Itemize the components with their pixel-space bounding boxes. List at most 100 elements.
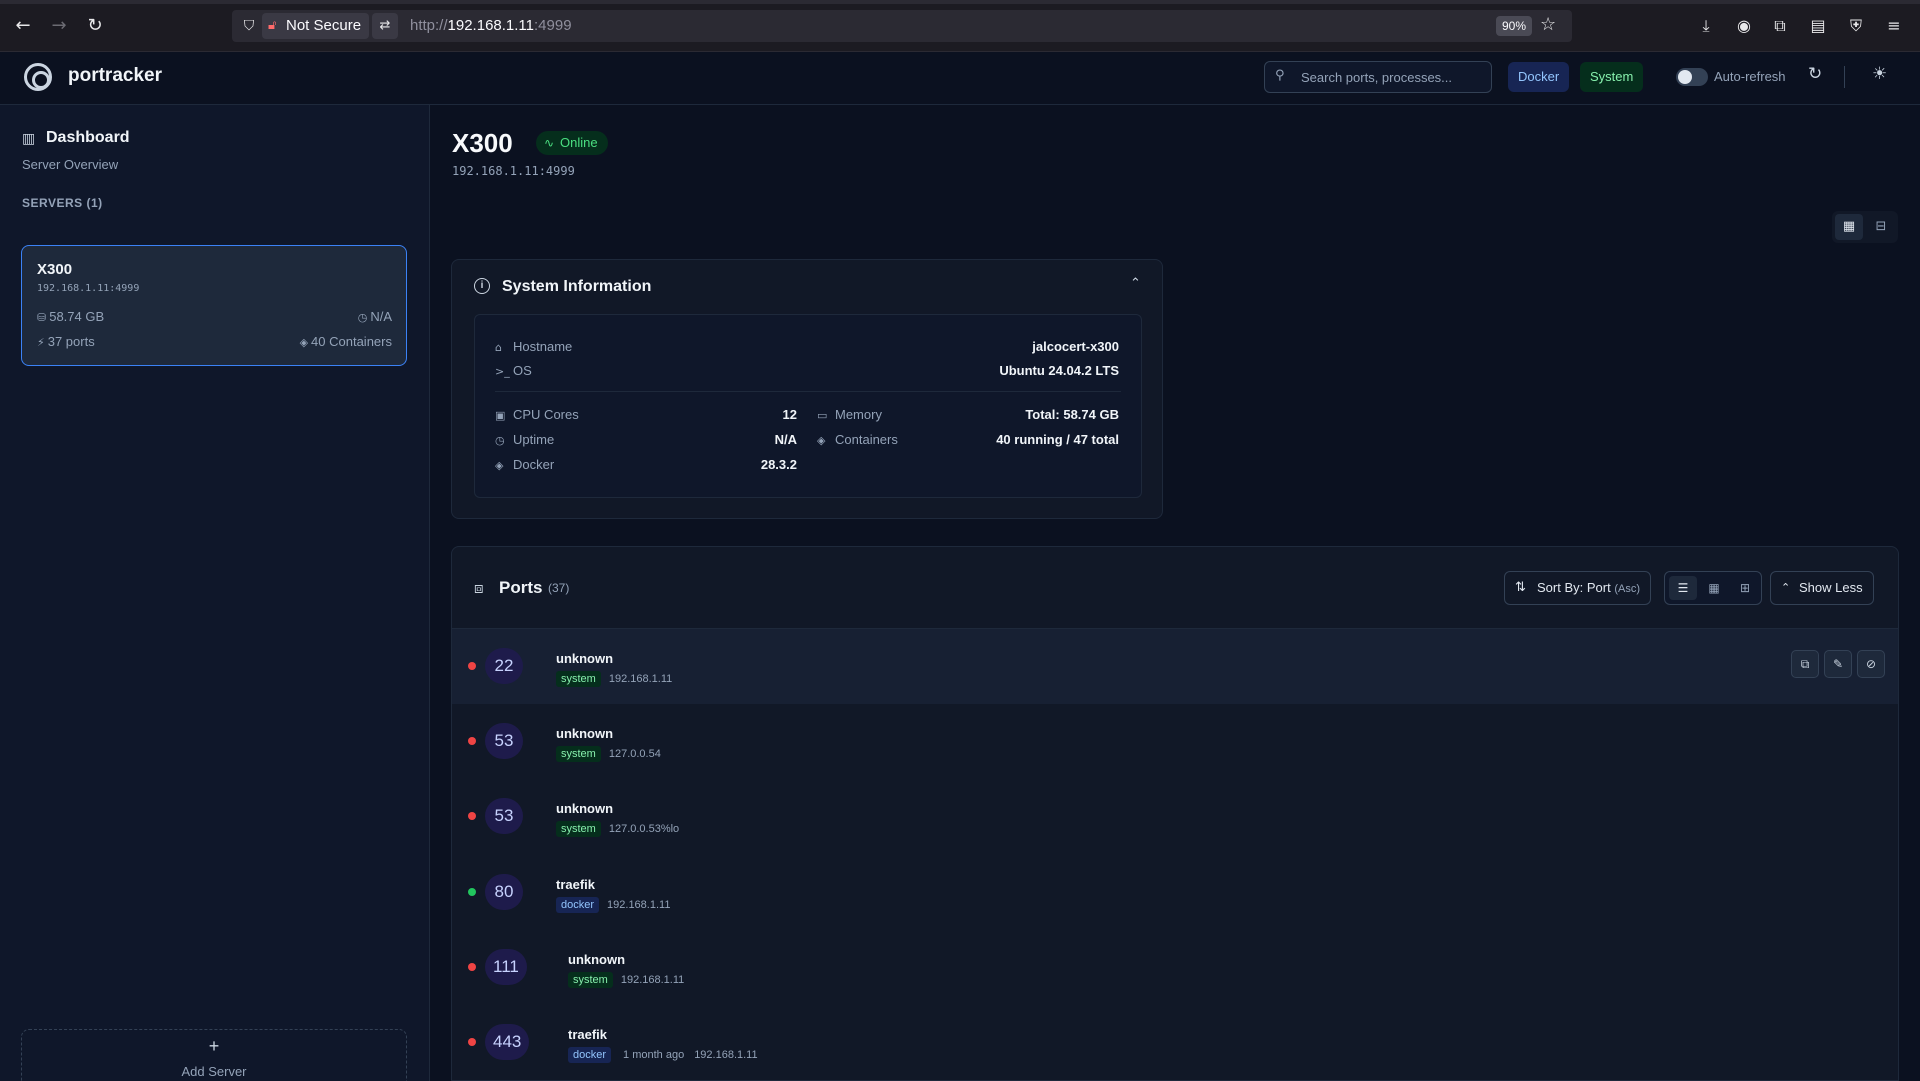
port-number[interactable]: 111 xyxy=(485,948,527,985)
server-ports: ⚡ 37 ports xyxy=(37,334,95,349)
bind-address: 192.168.1.11 xyxy=(608,673,673,685)
grid-view-icon[interactable]: ▦ xyxy=(1835,214,1863,240)
show-less-label: Show Less xyxy=(1799,580,1863,595)
containers-value: 40 running / 47 total xyxy=(996,432,1119,447)
download-icon[interactable]: ⤓ xyxy=(1694,14,1718,38)
process-name: traefik xyxy=(556,876,596,892)
source-tag: system xyxy=(556,821,601,838)
status-text: Online xyxy=(560,135,598,150)
port-row[interactable]: 80 traefik docker 192.168.1.11 xyxy=(452,855,1898,930)
copy-icon[interactable]: ⧉ xyxy=(1791,650,1819,678)
port-meta: system 192.168.1.11 xyxy=(556,671,672,687)
port-number[interactable]: 80 xyxy=(485,873,523,910)
containers-label: ◈ Containers xyxy=(817,432,898,447)
brand-name[interactable]: portracker xyxy=(68,65,162,87)
server-address: 192.168.1.11:4999 xyxy=(37,283,140,294)
page-title: X300 xyxy=(452,128,513,158)
container-icon[interactable]: ▤ xyxy=(1806,14,1830,38)
unlock-icon: 🔓︎ xyxy=(268,18,277,33)
sort-arrows-icon: ⇅ xyxy=(1515,580,1526,595)
port-row[interactable]: 53 unknown system 127.0.0.53%lo xyxy=(452,779,1898,854)
table-view-icon[interactable]: ⊞ xyxy=(1731,576,1759,600)
refresh-icon[interactable]: ↻ xyxy=(1808,64,1822,84)
search-icon: ⚲ xyxy=(1275,68,1285,83)
hostname-value: jalcocert-x300 xyxy=(1032,339,1119,354)
shield-icon[interactable]: ⛉ xyxy=(240,16,258,36)
plus-icon: + xyxy=(208,1036,220,1056)
url-host: 192.168.1.11 xyxy=(447,17,535,34)
hide-icon[interactable]: ⊘ xyxy=(1857,650,1885,678)
add-server-button[interactable]: + Add Server xyxy=(21,1029,407,1081)
bind-address: 127.0.0.53%lo xyxy=(608,823,680,836)
activity-icon: ∿ xyxy=(544,136,555,150)
zoom-level[interactable]: 90% xyxy=(1496,16,1533,36)
extensions-icon[interactable]: ⧉ xyxy=(1768,14,1792,38)
back-icon[interactable]: ← xyxy=(11,14,35,38)
port-row[interactable]: 443 traefik docker 1 month ago 192.168.1.11 xyxy=(452,1005,1898,1080)
clock-icon: ◷ xyxy=(495,434,505,447)
ports-title: Ports xyxy=(499,578,543,597)
bookmark-star-icon[interactable]: ☆ xyxy=(1540,14,1556,35)
divider xyxy=(1844,66,1845,88)
list-view-icon[interactable]: ☰ xyxy=(1669,576,1697,600)
bar-chart-icon: ▥ xyxy=(22,131,36,147)
docker-label: ◈ Docker xyxy=(495,457,554,472)
status-dot xyxy=(468,1038,476,1046)
filter-system-button[interactable]: System xyxy=(1580,62,1644,92)
port-row[interactable]: 111 unknown system 192.168.1.11 xyxy=(452,930,1898,1005)
forward-icon[interactable]: → xyxy=(47,14,71,38)
ports-header: ⧈ Ports (37) ⇅ Sort By: Port (Asc) ☰ ▦ ⊞… xyxy=(452,547,1898,629)
containers-label-text: Containers xyxy=(835,432,898,447)
chevron-up-icon[interactable]: ⌃ xyxy=(1130,276,1141,291)
theme-toggle-sun-icon[interactable]: ☀ xyxy=(1872,64,1887,84)
extension-avatar-icon[interactable]: ◉ xyxy=(1732,14,1756,38)
auto-refresh-toggle[interactable] xyxy=(1676,68,1708,86)
ports-count: (37) xyxy=(548,581,570,595)
permissions-icon[interactable]: ⇄ xyxy=(372,13,398,39)
reload-icon[interactable]: ↻ xyxy=(83,14,107,38)
grid-view-icon[interactable]: ▦ xyxy=(1700,576,1728,600)
sort-button[interactable]: ⇅ Sort By: Port (Asc) xyxy=(1504,571,1651,605)
portracker-logo-icon[interactable] xyxy=(24,63,52,91)
uptime-label-text: Uptime xyxy=(513,432,555,447)
system-information-title: System Information xyxy=(502,278,652,295)
view-toggle: ▦ ⊟ xyxy=(1832,211,1898,243)
sort-direction: (Asc) xyxy=(1614,583,1640,595)
security-indicator[interactable]: 🔓︎ Not Secure xyxy=(262,13,370,39)
os-label: >_ OS xyxy=(495,363,532,378)
edit-icon[interactable]: ✎ xyxy=(1824,650,1852,678)
port-number[interactable]: 22 xyxy=(485,648,523,684)
server-uptime-value: N/A xyxy=(370,309,392,324)
sidebar-subtitle: Server Overview xyxy=(22,157,119,172)
app-header: portracker ⚲ Search ports, processes... … xyxy=(0,52,1920,105)
show-less-button[interactable]: ⌃ Show Less xyxy=(1770,571,1874,605)
hostname-label: ⌂ Hostname xyxy=(495,339,572,354)
search-input[interactable]: ⚲ Search ports, processes... xyxy=(1264,61,1492,93)
source-tag: system xyxy=(568,971,613,988)
add-server-label: Add Server xyxy=(181,1064,247,1079)
port-row[interactable]: 53 unknown system 127.0.0.54 xyxy=(452,704,1898,779)
port-meta: system 192.168.1.11 xyxy=(568,971,684,988)
split-view-icon[interactable]: ⊟ xyxy=(1867,214,1895,240)
last-seen: 1 month ago xyxy=(623,1049,685,1061)
bind-address: 192.168.1.11 xyxy=(607,898,671,911)
menu-icon[interactable]: ≡ xyxy=(1882,14,1906,38)
port-row[interactable]: 22 unknown system 192.168.1.11 ⧉ ✎ ⊘ xyxy=(452,629,1898,704)
status-dot xyxy=(468,737,476,746)
memory-value: Total: 58.74 GB xyxy=(1025,407,1119,422)
sidebar-title: Dashboard xyxy=(46,129,130,146)
docker-value: 28.3.2 xyxy=(760,457,797,472)
address-bar[interactable]: ⛉ 🔓︎ Not Secure ⇄ http://192.168.1.11:49… xyxy=(232,10,1572,42)
sidebar: ▥ Dashboard Server Overview SERVERS (1) … xyxy=(0,105,430,1081)
privacy-shield-icon[interactable]: ⛨ xyxy=(1844,14,1868,38)
clock-icon: ◷ xyxy=(357,311,368,324)
url-text[interactable]: http://192.168.1.11:4999 xyxy=(410,17,572,34)
url-prefix: http:// xyxy=(410,17,448,34)
server-card-x300[interactable]: X300 192.168.1.11:4999 ⛁ 58.74 GB ◷ N/A ⚡ 3… xyxy=(21,245,407,366)
port-number[interactable]: 53 xyxy=(485,798,523,835)
filter-docker-button[interactable]: Docker xyxy=(1508,62,1570,92)
server-containers-value: 40 Containers xyxy=(311,334,392,349)
cpu-label-text: CPU Cores xyxy=(513,407,579,422)
port-number[interactable]: 443 xyxy=(485,1024,530,1060)
port-number[interactable]: 53 xyxy=(485,723,523,760)
